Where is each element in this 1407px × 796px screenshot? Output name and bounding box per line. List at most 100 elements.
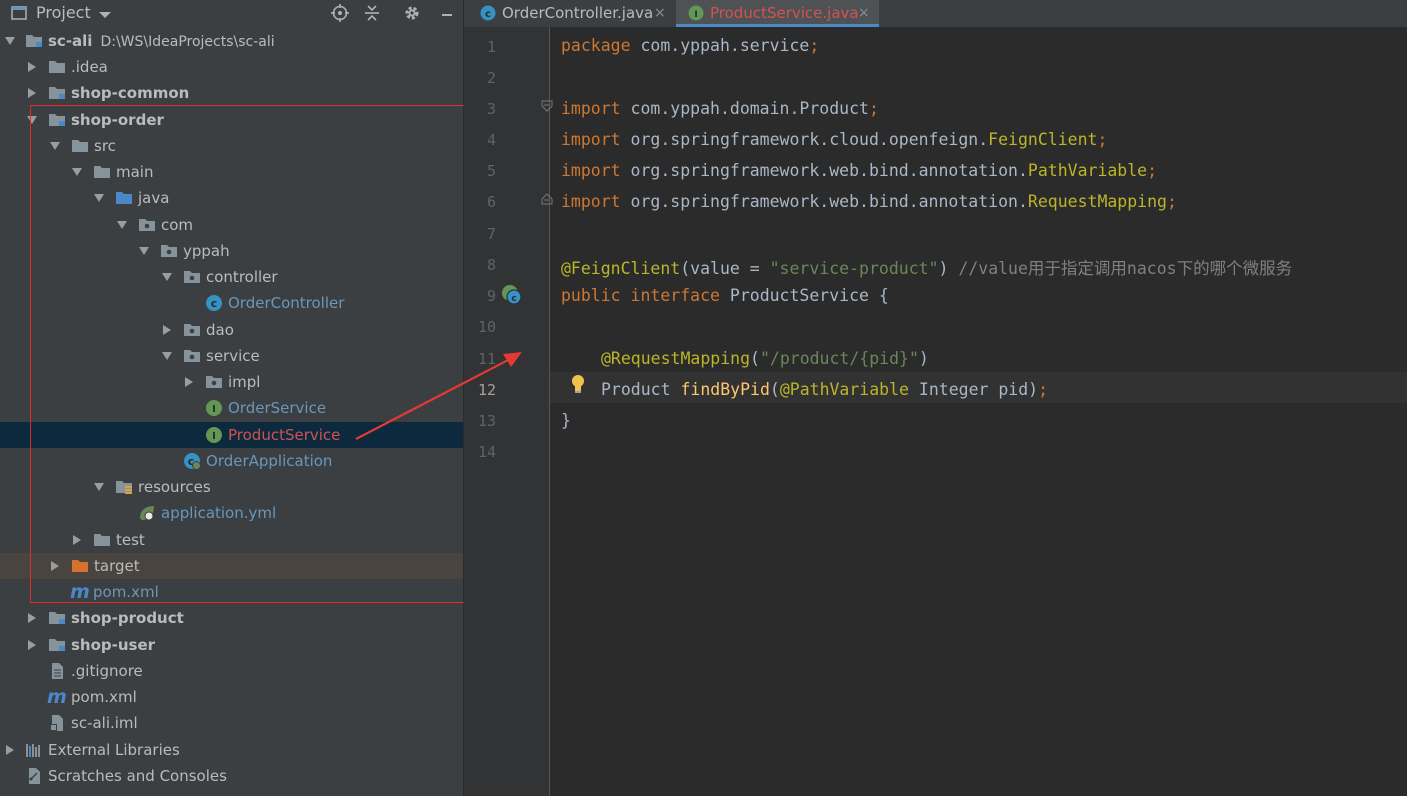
code-line-12[interactable]: Product findByPid(@PathVariable Integer … [601, 380, 1048, 399]
tree-item-label: com [161, 216, 194, 234]
chevron-down-icon[interactable] [96, 6, 114, 24]
tree-item-controller[interactable]: controller [0, 264, 463, 290]
code-annotation-class: FeignClient [988, 130, 1098, 149]
collapsed-arrow-icon[interactable] [26, 61, 38, 73]
collapsed-arrow-icon[interactable] [71, 534, 83, 546]
fold-marker-icon[interactable] [541, 193, 553, 205]
expanded-arrow-icon[interactable] [93, 192, 105, 204]
line-number: 2 [486, 69, 496, 87]
code-line-8[interactable]: @FeignClient(value = "service-product") … [561, 255, 1292, 279]
expanded-arrow-icon[interactable] [49, 140, 61, 152]
collapsed-arrow-icon[interactable] [183, 376, 195, 388]
tree-item-scratches[interactable]: Scratches and Consoles [0, 763, 463, 789]
code-semicolon: ; [809, 36, 820, 55]
tab-productservice[interactable]: I ProductService.java × [676, 0, 879, 27]
maven-icon: m [70, 581, 90, 603]
tree-item-root-pom-xml[interactable]: m pom.xml [0, 684, 463, 710]
tree-item-main[interactable]: main [0, 159, 463, 185]
tree-item-gitignore[interactable]: .gitignore [0, 658, 463, 684]
collapsed-arrow-icon[interactable] [26, 612, 38, 624]
code-semicolon: ; [1147, 161, 1158, 180]
close-icon[interactable]: × [858, 5, 870, 21]
source-folder-icon [116, 192, 132, 204]
tree-item-com[interactable]: com [0, 212, 463, 238]
tree-item-pom-xml[interactable]: m pom.xml [0, 579, 463, 605]
expanded-arrow-icon[interactable] [26, 114, 38, 126]
tree-item-impl[interactable]: impl [0, 369, 463, 395]
collapsed-arrow-icon[interactable] [26, 639, 38, 651]
line-number: 3 [486, 100, 496, 118]
hide-panel-icon[interactable] [438, 6, 456, 24]
code-annotation-class: RequestMapping [1027, 192, 1167, 211]
expanded-arrow-icon[interactable] [4, 35, 16, 47]
tree-item-label: OrderApplication [206, 452, 333, 470]
code-semicolon: ; [1038, 380, 1049, 399]
code-line-4[interactable]: import org.springframework.cloud.openfei… [561, 130, 1107, 149]
code-semicolon: ; [868, 99, 879, 118]
tree-item-shop-user[interactable]: shop-user [0, 632, 463, 658]
code-line-13[interactable]: } [561, 411, 571, 430]
tree-item-shop-order[interactable]: shop-order [0, 107, 463, 133]
lightbulb-icon[interactable] [569, 373, 587, 395]
gear-icon[interactable] [403, 4, 421, 22]
expanded-arrow-icon[interactable] [161, 271, 173, 283]
collapsed-arrow-icon[interactable] [26, 87, 38, 99]
implemented-by-icon[interactable]: c [501, 284, 523, 306]
editor-gutter: 1 2 3 4 5 6 7 8 9 10 11 12 13 14 c [464, 27, 553, 796]
interface-icon: I [206, 427, 222, 443]
project-view-title[interactable]: Project [36, 3, 91, 22]
tree-item-orderapplication[interactable]: c OrderApplication [0, 448, 463, 474]
package-icon [161, 245, 177, 257]
tab-ordercontroller[interactable]: c OrderController.java × [468, 0, 676, 27]
code-semicolon: ; [1166, 192, 1177, 211]
code-line-11[interactable]: @RequestMapping("/product/{pid}") [601, 349, 929, 368]
code-line-1[interactable]: package com.yppah.service; [561, 36, 819, 55]
tree-item-label: sc-ali.iml [71, 714, 138, 732]
tree-item-resources[interactable]: resources [0, 474, 463, 500]
tree-item-target[interactable]: target [0, 553, 463, 579]
tree-item-service[interactable]: service [0, 343, 463, 369]
tree-item-src[interactable]: src [0, 133, 463, 159]
code-keyword: package [561, 36, 631, 55]
code-line-9[interactable]: public interface ProductService { [561, 286, 889, 305]
folder-icon [72, 140, 88, 152]
tree-item-java[interactable]: java [0, 185, 463, 211]
line-number: 13 [477, 412, 496, 430]
code-line-5[interactable]: import org.springframework.web.bind.anno… [561, 161, 1157, 180]
line-number: 6 [486, 193, 496, 211]
collapsed-arrow-icon[interactable] [4, 744, 16, 756]
tree-item-sc-ali[interactable]: sc-ali D:\WS\IdeaProjects\sc-ali [0, 28, 463, 54]
package-icon [184, 271, 200, 283]
tree-item-application-yml[interactable]: application.yml [0, 500, 463, 526]
project-view-icon[interactable] [10, 4, 28, 22]
code-line-6[interactable]: import org.springframework.web.bind.anno… [561, 192, 1177, 211]
code-line-3[interactable]: import com.yppah.domain.Product; [561, 99, 879, 118]
tab-label: ProductService.java [710, 4, 859, 22]
tree-item-shop-common[interactable]: shop-common [0, 80, 463, 106]
tree-item-label: shop-product [71, 609, 184, 627]
collapsed-arrow-icon[interactable] [49, 560, 61, 572]
expanded-arrow-icon[interactable] [161, 350, 173, 362]
collapsed-arrow-icon[interactable] [161, 324, 173, 336]
expanded-arrow-icon[interactable] [93, 481, 105, 493]
tree-item-shop-product[interactable]: shop-product [0, 605, 463, 631]
close-icon[interactable]: × [654, 5, 666, 21]
tree-item-test[interactable]: test [0, 527, 463, 553]
collapse-all-icon[interactable] [363, 4, 381, 22]
locate-file-icon[interactable] [331, 4, 349, 22]
tree-item-sc-ali-iml[interactable]: sc-ali.iml [0, 710, 463, 736]
expanded-arrow-icon[interactable] [71, 166, 83, 178]
tree-item-yppah[interactable]: yppah [0, 238, 463, 264]
svg-text:c: c [485, 9, 491, 20]
fold-marker-icon[interactable] [541, 100, 553, 112]
module-folder-icon [49, 114, 65, 126]
tree-item-dao[interactable]: dao [0, 317, 463, 343]
tree-item-external-libraries[interactable]: External Libraries [0, 737, 463, 763]
tree-item-orderservice[interactable]: I OrderService [0, 395, 463, 421]
expanded-arrow-icon[interactable] [116, 219, 128, 231]
tree-item-idea[interactable]: .idea [0, 54, 463, 80]
tree-item-productservice[interactable]: I ProductService [0, 422, 463, 448]
expanded-arrow-icon[interactable] [138, 245, 150, 257]
tree-item-ordercontroller[interactable]: c OrderController [0, 290, 463, 316]
code-keyword: public [561, 286, 621, 305]
